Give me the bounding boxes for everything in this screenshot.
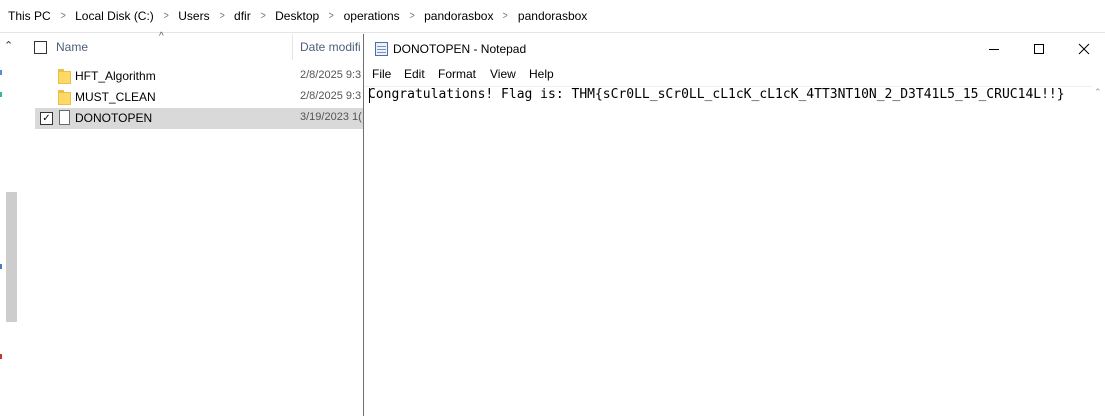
file-date: 2/8/2025 9:3 [300, 90, 362, 102]
vertical-scrollbar[interactable]: ⌃ [1092, 86, 1105, 416]
navigation-pane: ⌃ [0, 34, 20, 416]
notepad-icon[interactable] [375, 42, 388, 56]
column-header: ^ Name Date modifi [28, 31, 368, 60]
folder-icon [58, 90, 71, 105]
nav-marker [0, 92, 2, 97]
breadcrumb-dfir[interactable]: dfir [234, 9, 251, 23]
maximize-icon [1034, 44, 1044, 54]
file-date: 2/8/2025 9:3 [300, 69, 362, 81]
minimize-button[interactable] [971, 34, 1017, 64]
list-item[interactable]: MUST_CLEAN 2/8/2025 9:3 [35, 87, 365, 108]
menu-format[interactable]: Format [438, 67, 476, 81]
chevron-right-icon[interactable]: > [163, 10, 168, 22]
notepad-window: DONOTOPEN - Notepad File Edit Format Vie… [363, 34, 1105, 417]
nav-scrollbar-thumb[interactable] [6, 192, 17, 322]
file-name: DONOTOPEN [75, 111, 153, 125]
close-button[interactable] [1061, 34, 1105, 64]
file-icon [59, 110, 70, 125]
scroll-up-icon[interactable]: ⌃ [1094, 87, 1102, 98]
menu-file[interactable]: File [372, 67, 391, 81]
nav-marker [0, 354, 2, 359]
chevron-up-icon[interactable]: ⌃ [4, 39, 13, 52]
minimize-icon [989, 49, 999, 50]
file-date: 3/19/2023 1( [300, 111, 362, 123]
editor-content: Congratulations! Flag is: THM{sCr0LL_sCr… [368, 87, 1065, 102]
chevron-right-icon[interactable]: > [503, 10, 508, 22]
breadcrumb-operations[interactable]: operations [344, 9, 400, 23]
breadcrumb[interactable]: This PC > Local Disk (C:) > Users > dfir… [0, 0, 1105, 33]
text-editor[interactable]: Congratulations! Flag is: THM{sCr0LL_sCr… [364, 86, 1092, 417]
file-list: ^ Name Date modifi HFT_Algorithm 2/8/202… [28, 31, 368, 416]
breadcrumb-users[interactable]: Users [178, 9, 209, 23]
menu-view[interactable]: View [490, 67, 516, 81]
file-name: MUST_CLEAN [75, 90, 156, 104]
chevron-right-icon[interactable]: > [329, 10, 334, 22]
select-all-checkbox[interactable] [34, 41, 47, 54]
chevron-right-icon[interactable]: > [219, 10, 224, 22]
list-item[interactable]: HFT_Algorithm 2/8/2025 9:3 [35, 66, 365, 87]
breadcrumb-pandorasbox[interactable]: pandorasbox [424, 9, 493, 23]
breadcrumb-desktop[interactable]: Desktop [275, 9, 319, 23]
nav-marker [0, 264, 2, 269]
maximize-button[interactable] [1016, 34, 1062, 64]
sort-ascending-icon: ^ [159, 31, 164, 42]
menu-help[interactable]: Help [529, 67, 554, 81]
chevron-right-icon[interactable]: > [409, 10, 414, 22]
list-item[interactable]: ✓ DONOTOPEN 3/19/2023 1( [35, 108, 365, 129]
menu-edit[interactable]: Edit [404, 67, 425, 81]
breadcrumb-this-pc[interactable]: This PC [8, 9, 51, 23]
column-header-name[interactable]: Name [56, 40, 88, 54]
column-header-date[interactable]: Date modifi [300, 40, 361, 54]
nav-marker [0, 70, 2, 75]
window-title: DONOTOPEN - Notepad [393, 42, 527, 56]
breadcrumb-local-disk[interactable]: Local Disk (C:) [75, 9, 154, 23]
menu-bar: File Edit Format View Help [364, 65, 1105, 85]
close-icon [1078, 43, 1090, 55]
column-divider[interactable] [292, 34, 293, 60]
title-bar[interactable]: DONOTOPEN - Notepad [364, 34, 1105, 64]
file-name: HFT_Algorithm [75, 69, 156, 83]
chevron-right-icon[interactable]: > [260, 10, 265, 22]
chevron-right-icon[interactable]: > [60, 10, 65, 22]
breadcrumb-pandorasbox-current[interactable]: pandorasbox [518, 9, 587, 23]
row-checkbox-checked[interactable]: ✓ [40, 112, 53, 125]
folder-icon [58, 69, 71, 84]
